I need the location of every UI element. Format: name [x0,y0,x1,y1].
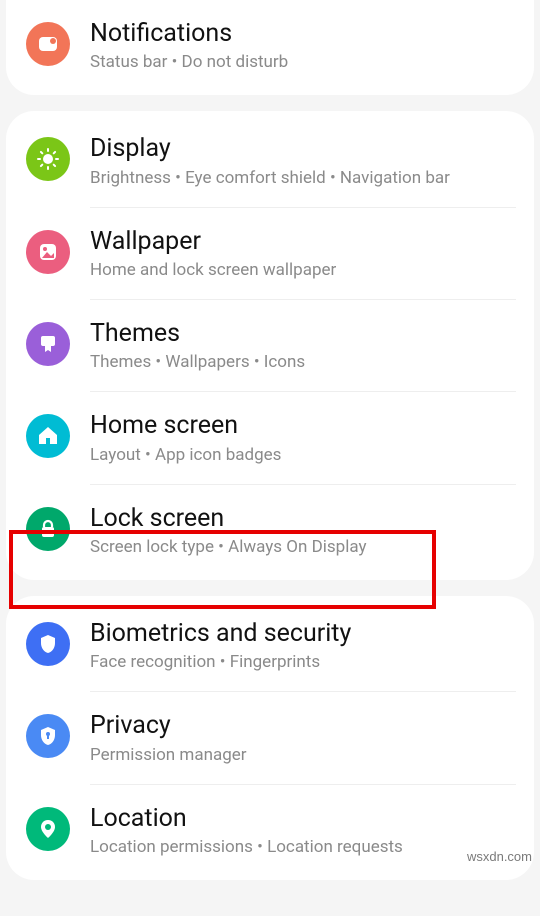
settings-item-subtitle: Themes • Wallpapers • Icons [90,351,514,373]
settings-item-subtitle: Permission manager [90,744,514,766]
settings-item-subtitle: Layout • App icon badges [90,444,514,466]
settings-item-subtitle: Face recognition • Fingerprints [90,651,514,673]
shield-icon [26,622,70,666]
settings-item-subtitle: Brightness • Eye comfort shield • Naviga… [90,167,514,189]
wallpaper-icon [26,230,70,274]
settings-item-display[interactable]: Display Brightness • Eye comfort shield •… [6,115,534,206]
settings-group: NotificationsStatus bar • Do not disturb [6,0,534,95]
settings-item-title: Lock screen [90,503,514,534]
settings-item-biometrics[interactable]: Biometrics and securityFace recognition … [6,600,534,691]
settings-item-homescreen[interactable]: Home screen Layout • App icon badges [6,392,534,483]
settings-item-title: Notifications [90,18,514,49]
privacy-icon [26,714,70,758]
location-icon [26,807,70,851]
settings-item-text: Biometrics and securityFace recognition … [90,618,514,673]
settings-item-title: Wallpaper [90,226,514,257]
settings-group: Display Brightness • Eye comfort shield •… [6,111,534,580]
settings-item-text: LocationLocation permissions • Location … [90,803,514,858]
settings-item-themes[interactable]: ThemesThemes • Wallpapers • Icons [6,300,534,391]
notifications-icon [26,22,70,66]
settings-item-title: Themes [90,318,514,349]
settings-item-title: Privacy [90,710,514,741]
settings-item-title: Home screen [90,410,514,441]
settings-item-title: Location [90,803,514,834]
display-icon [26,137,70,181]
settings-item-subtitle: Status bar • Do not disturb [90,51,514,73]
settings-item-text: NotificationsStatus bar • Do not disturb [90,18,514,73]
settings-item-subtitle: Home and lock screen wallpaper [90,259,514,281]
settings-item-lockscreen[interactable]: Lock screenScreen lock type • Always On … [6,485,534,576]
settings-group: Biometrics and securityFace recognition … [6,596,534,880]
home-icon [26,414,70,458]
settings-item-text: Lock screenScreen lock type • Always On … [90,503,514,558]
settings-item-location[interactable]: LocationLocation permissions • Location … [6,785,534,876]
settings-item-subtitle: Screen lock type • Always On Display [90,536,514,558]
settings-item-text: Home screen Layout • App icon badges [90,410,514,465]
watermark-text: wsxdn.com [467,849,532,864]
themes-icon [26,322,70,366]
settings-item-title: Biometrics and security [90,618,514,649]
settings-item-text: WallpaperHome and lock screen wallpaper [90,226,514,281]
settings-item-wallpaper[interactable]: WallpaperHome and lock screen wallpaper [6,208,534,299]
settings-item-subtitle: Location permissions • Location requests [90,836,514,858]
lock-icon [26,507,70,551]
settings-item-text: ThemesThemes • Wallpapers • Icons [90,318,514,373]
settings-item-text: Privacy Permission manager [90,710,514,765]
settings-item-notifications[interactable]: NotificationsStatus bar • Do not disturb [6,0,534,91]
settings-item-privacy[interactable]: Privacy Permission manager [6,692,534,783]
settings-item-title: Display [90,133,514,164]
settings-item-text: Display Brightness • Eye comfort shield •… [90,133,514,188]
